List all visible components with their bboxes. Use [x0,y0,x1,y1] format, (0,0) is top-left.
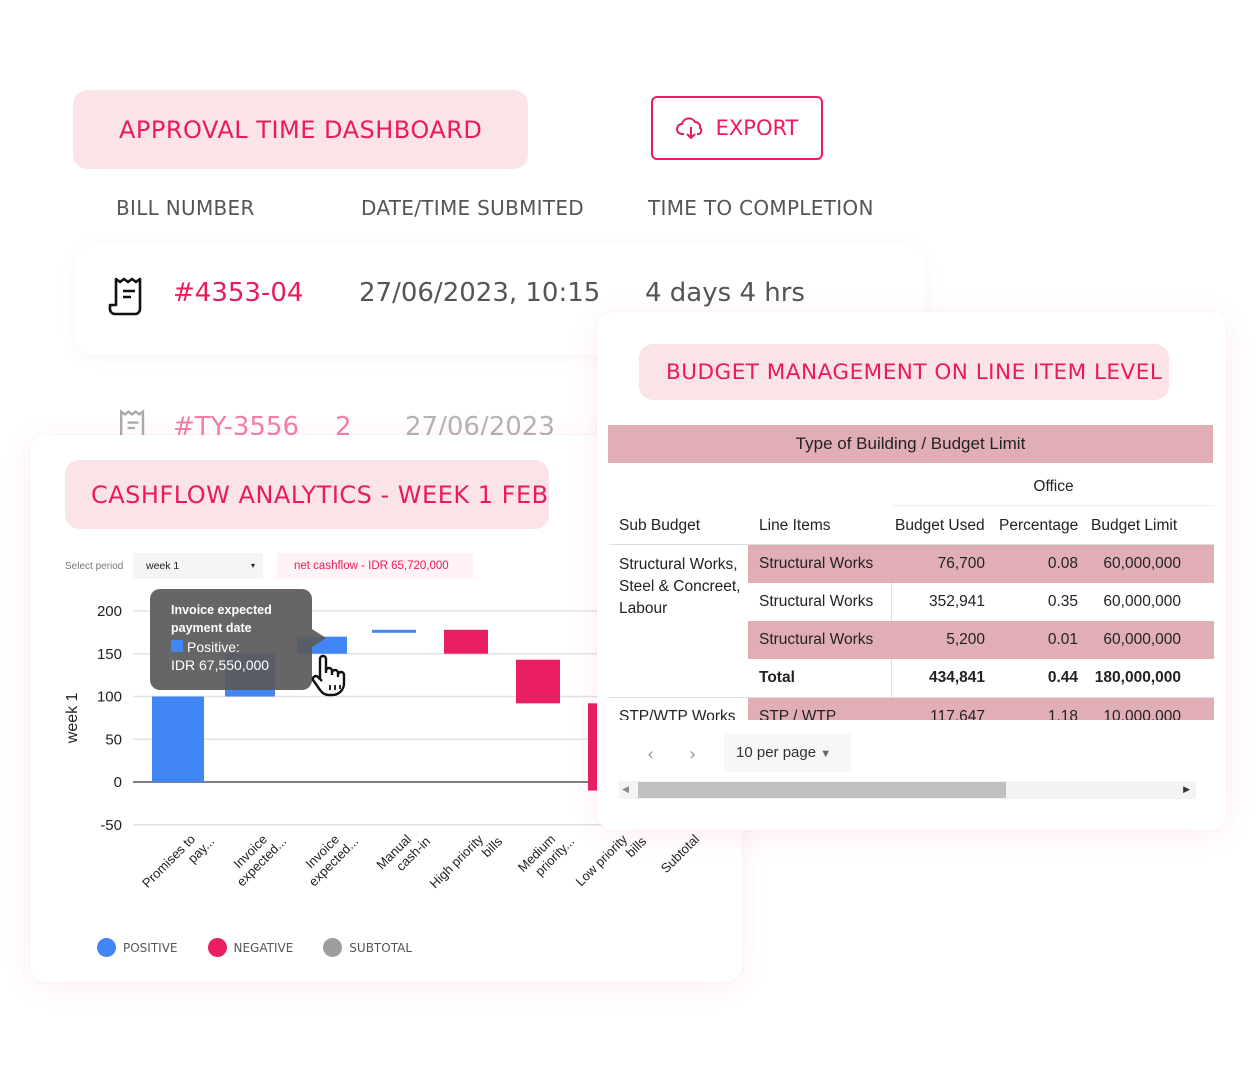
y-tick-label: 0 [114,774,122,791]
bar [444,629,488,654]
group-header: Type of Building / Budget Limit [608,425,1213,463]
bar [372,629,416,633]
x-tick-label: Invoiceexpected... [223,823,289,889]
export-label: EXPORT [715,116,799,140]
submitted-date: 27/06/2023, 10:15 [359,278,601,308]
tooltip-value: IDR 67,550,000 [171,657,270,673]
bar [152,696,204,782]
legend-swatch [207,938,227,957]
budget-card: BUDGET MANAGEMENT ON LINE ITEM LEVEL Typ… [597,312,1226,830]
header-budget-limit: Budget Limit [1091,517,1178,534]
legend-subtotal[interactable]: SUBTOTAL [323,938,412,957]
budget-used: 352,941 [928,593,985,610]
chart-legend: POSITIVE NEGATIVE SUBTOTAL [97,938,412,957]
sub-budget-name: STP/WTP Works [619,708,736,720]
budget-limit: 180,000,000 [1094,669,1181,686]
col-bill-number: BILL NUMBER [116,196,255,220]
legend-label: SUBTOTAL [349,940,412,955]
budget-table: Office Sub Budget Line Items Budget Used… [609,462,1214,720]
header-budget-used: Budget Used [895,517,985,534]
scroll-left-icon[interactable]: ◀ [622,785,629,795]
y-tick-label: 150 [97,646,122,663]
x-tick-label: Promises topay... [139,823,217,901]
x-tick-label: Low prioritybills [573,823,650,900]
approval-title: APPROVAL TIME DASHBOARD [73,90,528,169]
legend-negative[interactable]: NEGATIVE [207,938,294,957]
header-line-items: Line Items [759,517,831,534]
line-item: Structural Works [759,593,874,610]
budget-used: 434,841 [928,669,985,686]
tooltip-title: Invoice expected payment date [171,603,272,635]
tooltip-arrow [312,629,326,647]
bill-row[interactable]: #TY-3556 2 27/06/2023 [75,400,615,440]
percentage: 0.08 [1047,555,1078,572]
scroll-right-icon[interactable]: ▶ [1183,785,1190,795]
export-button[interactable]: EXPORT [651,96,823,160]
bill-number[interactable]: #4353-04 [173,278,303,308]
scrollbar-thumb[interactable] [638,782,1006,798]
percentage: 0.01 [1047,631,1078,648]
budget-limit: 60,000,000 [1103,593,1181,610]
table-row[interactable]: Structural Works 352,941 0.35 60,000,000 [609,583,1214,621]
header-sub-budget: Sub Budget [619,517,701,534]
legend-swatch [323,938,343,957]
tooltip-swatch [171,640,183,652]
x-tick-label: High prioritybills [426,823,505,902]
y-axis-label: week 1 [64,692,81,744]
col-time-completion: TIME TO COMPLETION [648,196,874,220]
budget-used: 76,700 [937,555,985,572]
table-row[interactable]: Structural Works 76,700 0.08 60,000,000 [609,545,1214,583]
next-page-button[interactable]: › [689,744,696,765]
table-row[interactable]: STP/WTP Works STP / WTP 117,647 1.18 10,000,… [609,698,1214,720]
completion-time: 4 days 4 hrs [645,278,805,308]
line-item: Structural Works [759,631,874,648]
percentage: 0.35 [1047,593,1078,610]
caret-down-icon: ▼ [820,748,832,760]
x-tick-label: Manualcash-in [373,823,433,883]
bar [516,659,560,704]
legend-positive[interactable]: POSITIVE [97,938,178,957]
y-tick-label: 50 [105,731,122,748]
table-row[interactable]: Structural Works 5,200 0.01 60,000,000 [609,621,1214,659]
prev-page-button[interactable]: ‹ [647,744,654,765]
x-tick-label: Invoiceexpected... [295,823,361,889]
line-item: STP / WTP [759,708,837,720]
legend-label: NEGATIVE [233,940,294,955]
budget-used: 5,200 [946,631,985,648]
receipt-icon [108,277,142,316]
budget-title: BUDGET MANAGEMENT ON LINE ITEM LEVEL [639,344,1169,400]
horizontal-scrollbar[interactable]: ◀ ▶ [619,781,1196,799]
line-item: Total [759,669,795,686]
per-page-select[interactable]: 10 per page ▼ [724,734,851,772]
col-date-submitted: DATE/TIME SUBMITED [361,196,584,220]
y-tick-label: 200 [97,603,122,620]
budget-limit: 10,000,000 [1103,708,1181,720]
budget-title-text: BUDGET MANAGEMENT ON LINE ITEM LEVEL [666,359,1163,385]
cloud-download-icon [675,117,702,140]
percentage: 0.44 [1047,669,1078,686]
tooltip-series: Positive: [187,639,240,655]
total-row[interactable]: Total 434,841 0.44 180,000,000 [609,659,1214,697]
percentage: 1.18 [1047,708,1078,720]
approval-title-text: APPROVAL TIME DASHBOARD [119,115,483,144]
x-tick-label: Mediumpriority... [515,823,577,885]
y-tick-label: -50 [100,817,122,834]
legend-label: POSITIVE [123,940,178,955]
budget-limit: 60,000,000 [1103,631,1181,648]
budget-used: 117,647 [930,708,985,720]
y-tick-label: 100 [97,689,122,706]
line-item: Structural Works [759,555,874,572]
chart-tooltip: Invoice expected payment date Positive: … [150,589,326,690]
building-header: Office [1033,478,1074,495]
header-percentage: Percentage [999,517,1079,534]
budget-limit: 60,000,000 [1103,555,1181,572]
legend-swatch [97,938,116,957]
hand-cursor-icon [311,654,346,697]
per-page-value: 10 per page [736,744,817,761]
x-tick-label: Subtotal [658,831,702,875]
